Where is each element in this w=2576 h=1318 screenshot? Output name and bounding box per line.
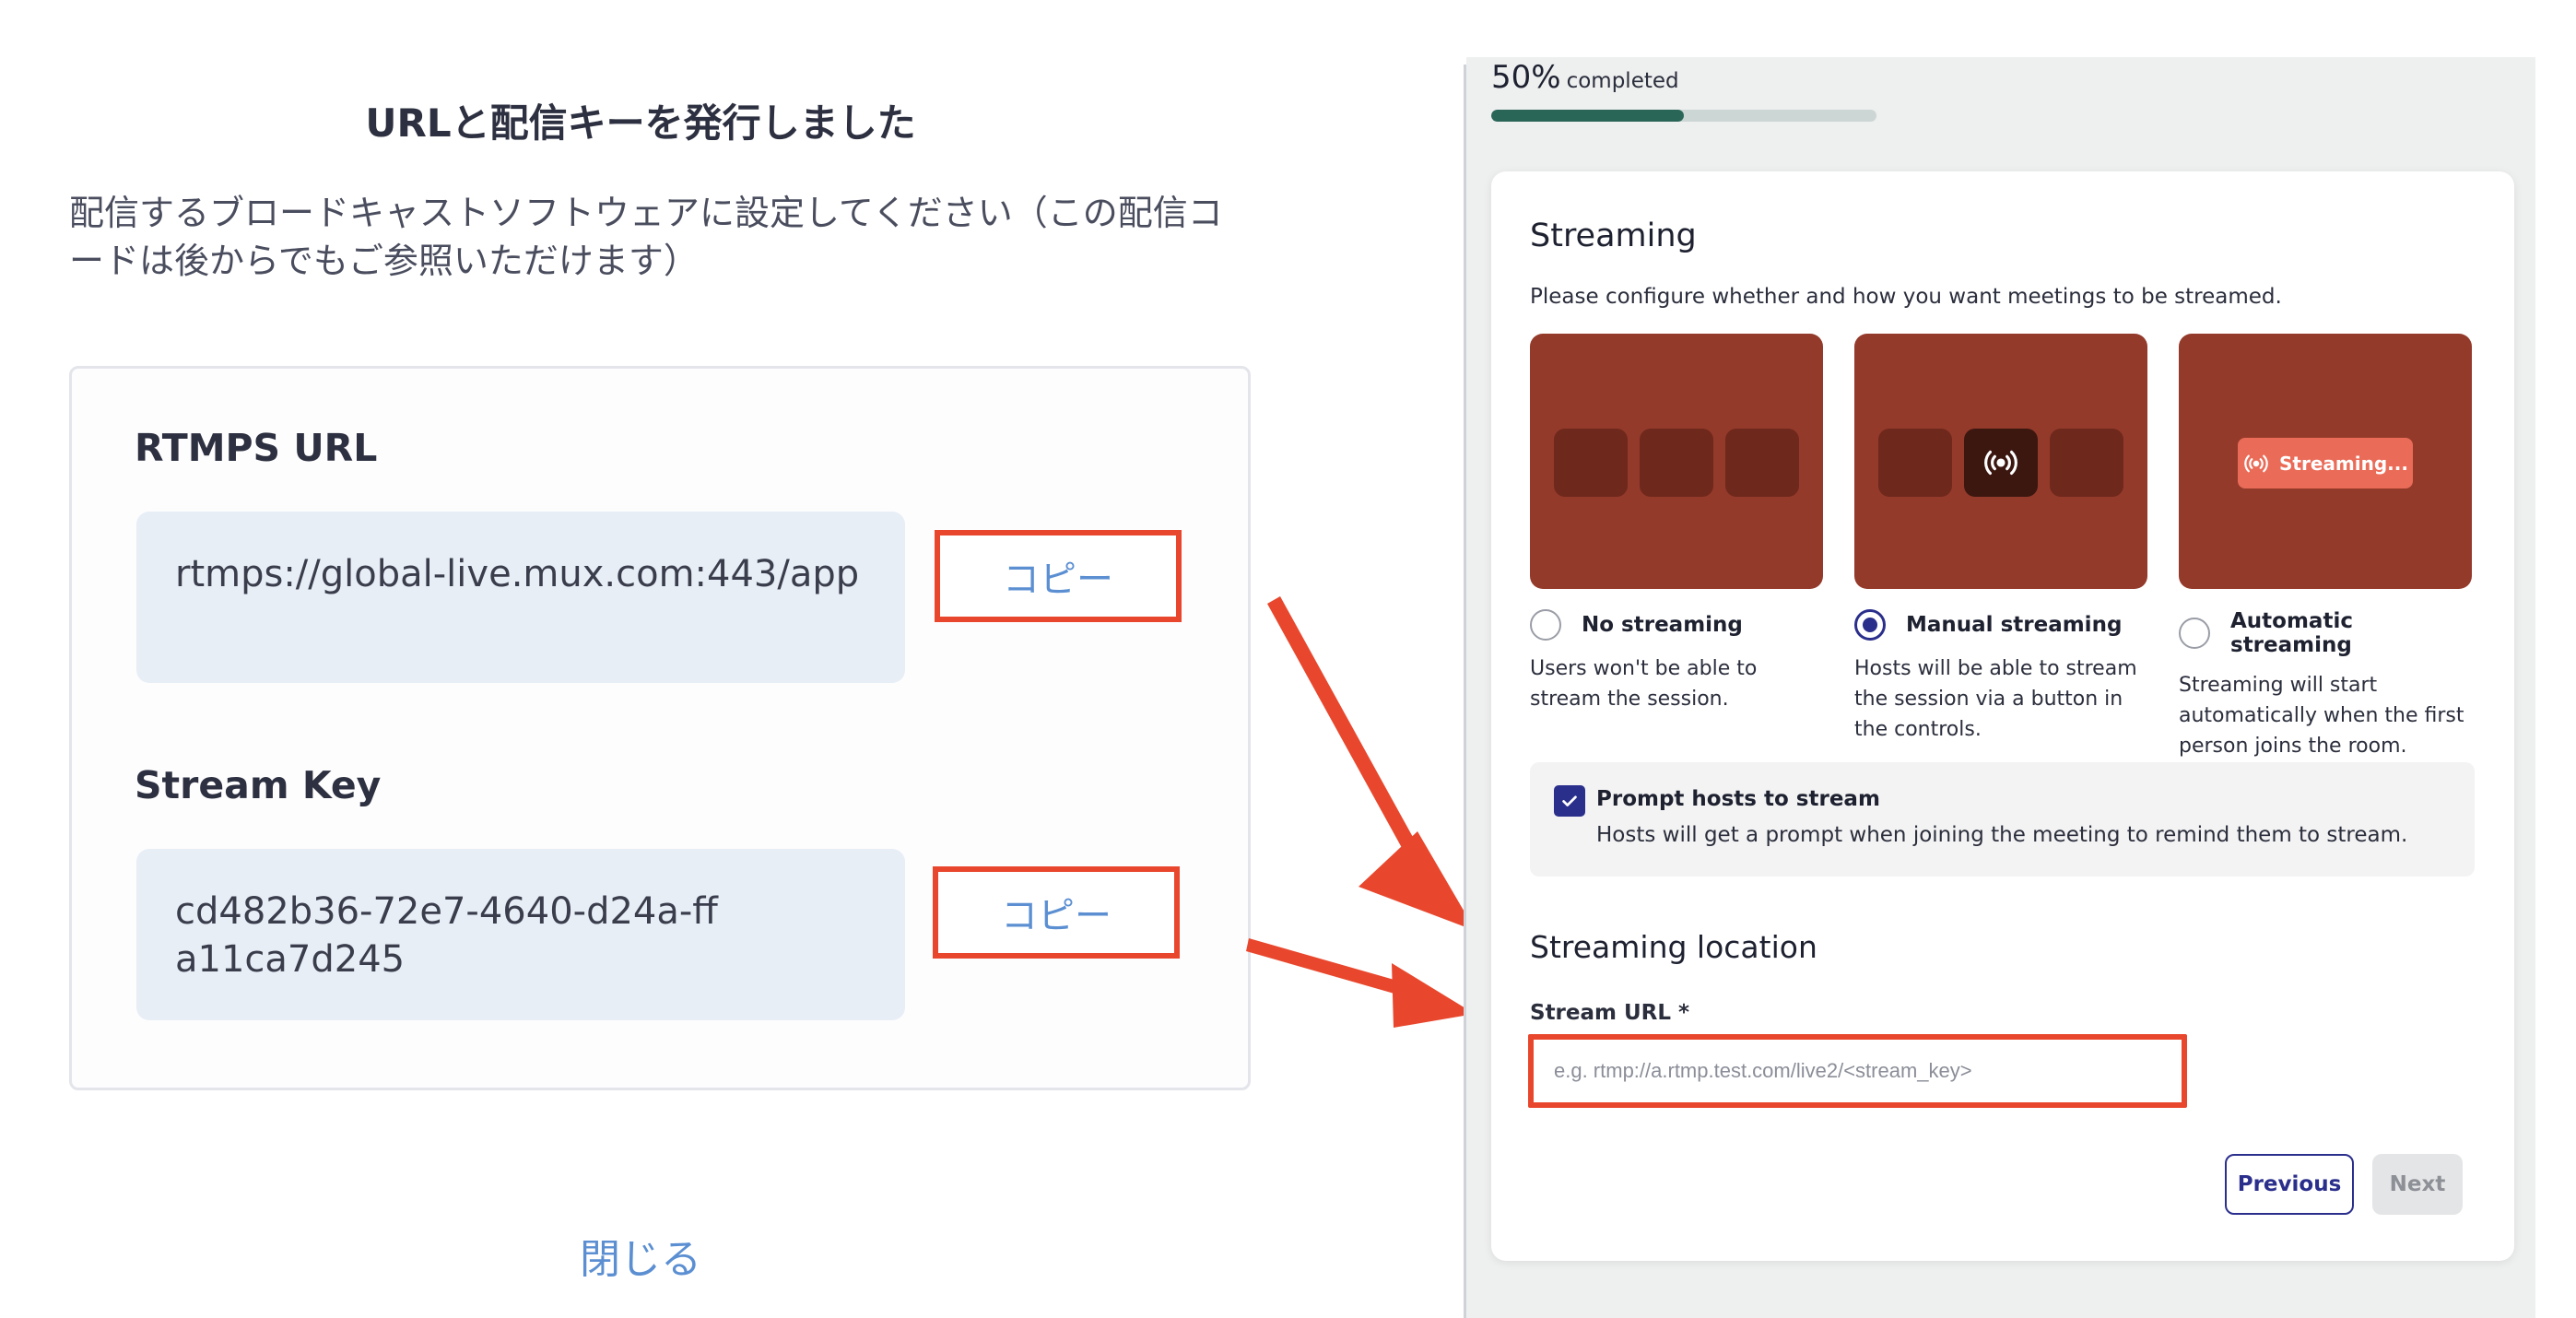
streaming-title: Streaming: [1530, 218, 1697, 254]
next-button[interactable]: Next: [2372, 1154, 2463, 1215]
progress-bar: [1491, 110, 1876, 122]
prompt-hosts-description: Hosts will get a prompt when joining the…: [1596, 823, 2408, 847]
stream-url-input[interactable]: [1528, 1034, 2187, 1108]
stream-key-dialog: URLと配信キーを発行しました 配信するブロードキャストソフトウェアに設定してく…: [0, 0, 1465, 1318]
participant-tile: [1878, 429, 1952, 497]
automatic-streaming-description: Streaming will start automatically when …: [2179, 674, 2464, 758]
broadcast-tile: [1964, 429, 2038, 497]
no-streaming-radio[interactable]: [1530, 609, 1561, 641]
no-streaming-illustration: [1530, 334, 1823, 589]
streaming-settings-panel: Streaming Please configure whether and h…: [1491, 171, 2514, 1261]
close-button[interactable]: 閉じる: [553, 1226, 728, 1285]
automatic-streaming-label: Automatic streaming: [2230, 609, 2353, 657]
no-streaming-label: No streaming: [1582, 613, 1743, 637]
option-no-streaming[interactable]: No streaming Users won't be able to stre…: [1530, 334, 1823, 714]
copy-rtmps-url-button[interactable]: コピー: [935, 530, 1182, 622]
progress-completed-text: completed: [1566, 69, 1679, 93]
manual-streaming-illustration: [1854, 334, 2147, 589]
stream-key-value: cd482b36-72e7-4640-d24a-ffa11ca7d245: [136, 849, 905, 1020]
participant-tile: [1640, 429, 1713, 497]
streaming-pill-label: Streaming...: [2279, 452, 2408, 475]
streaming-pill: Streaming...: [2238, 438, 2413, 488]
credentials-card: RTMPS URL rtmps://global-live.mux.com:44…: [69, 366, 1251, 1090]
check-icon: [1562, 795, 1577, 806]
manual-streaming-radio[interactable]: [1854, 609, 1886, 641]
no-streaming-description: Users won't be able to stream the sessio…: [1530, 657, 1758, 711]
progress-bar-fill: [1491, 110, 1684, 122]
dialog-description: 配信するブロードキャストソフトウェアに設定してください（この配信コードは後からで…: [69, 193, 1223, 281]
prompt-hosts-title: Prompt hosts to stream: [1596, 787, 1880, 811]
broadcast-icon: [1984, 450, 2017, 476]
stream-url-label: Stream URL *: [1530, 1001, 1690, 1025]
streaming-description: Please configure whether and how you wan…: [1530, 285, 2282, 309]
manual-streaming-description: Hosts will be able to stream the session…: [1854, 657, 2137, 741]
participant-tile: [2050, 429, 2123, 497]
previous-button[interactable]: Previous: [2225, 1154, 2354, 1215]
copy-stream-key-button[interactable]: コピー: [933, 866, 1180, 959]
stream-key-label: Stream Key: [135, 763, 382, 807]
option-manual-streaming[interactable]: Manual streaming Hosts will be able to s…: [1854, 334, 2147, 745]
prompt-hosts-checkbox[interactable]: [1554, 785, 1585, 817]
broadcast-icon: [2244, 454, 2268, 472]
rtmps-url-value: rtmps://global-live.mux.com:443/app: [136, 512, 905, 683]
progress-percent: 50%: [1491, 59, 1561, 96]
participant-tile: [1725, 429, 1799, 497]
prompt-hosts-box: Prompt hosts to stream Hosts will get a …: [1530, 762, 2475, 877]
automatic-streaming-illustration: Streaming...: [2179, 334, 2472, 589]
streaming-location-title: Streaming location: [1530, 929, 1817, 965]
dialog-title: URLと配信キーを発行しました: [365, 100, 916, 146]
rtmps-url-label: RTMPS URL: [135, 426, 378, 470]
option-automatic-streaming[interactable]: Streaming... Automatic streaming Streami…: [2179, 334, 2472, 761]
manual-streaming-label: Manual streaming: [1906, 613, 2123, 637]
stream-key-text: cd482b36-72e7-4640-d24a-ffa11ca7d245: [175, 890, 718, 981]
automatic-streaming-radio[interactable]: [2179, 618, 2210, 649]
progress-label: 50% completed: [1491, 59, 1679, 96]
participant-tile: [1554, 429, 1628, 497]
